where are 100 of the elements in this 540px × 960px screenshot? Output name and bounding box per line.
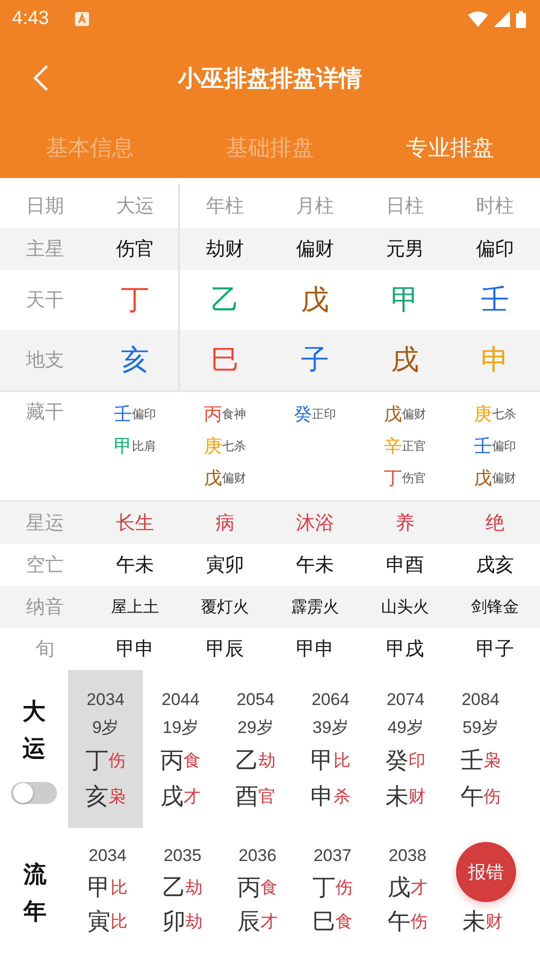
branch-character: 戌 <box>160 782 184 812</box>
stem-character: 丁 <box>86 746 108 776</box>
year-label: 2035 <box>164 845 202 867</box>
table-cell-text: 病 <box>214 511 236 536</box>
year-label: 2034 <box>88 845 126 867</box>
column-header: 日柱 <box>385 194 425 219</box>
row-label: 纳音 <box>25 595 65 620</box>
pillar-character: 甲 <box>390 282 420 318</box>
table-cell-text: 甲辰 <box>205 637 245 662</box>
branch-character: 寅 <box>88 908 110 936</box>
table-cell-text: 申酉 <box>385 553 425 578</box>
age-label: 59岁 <box>462 717 498 739</box>
status-time: 4:43 <box>12 8 49 30</box>
ten-god-label: 杀 <box>334 786 350 808</box>
year-label: 2054 <box>236 689 274 711</box>
ten-god-label: 食 <box>184 750 200 772</box>
ten-god-label: 正官 <box>402 438 426 454</box>
table-cell-text: 甲子 <box>475 637 515 662</box>
hidden-stem: 壬 <box>114 403 132 426</box>
wifi-icon <box>468 11 488 27</box>
year-label: 2037 <box>314 845 352 867</box>
ten-god-label: 印 <box>408 750 426 772</box>
ten-god-label: 七杀 <box>222 438 246 454</box>
ten-god-label: 官 <box>258 786 276 808</box>
luck-period-column[interactable]: 2074 49岁 癸印 未财 <box>368 670 443 828</box>
ten-god-label: 食神 <box>222 406 246 422</box>
ten-god-label: 才 <box>260 910 278 932</box>
stem-character: 乙 <box>236 746 258 776</box>
year-label: 2074 <box>386 689 424 711</box>
hidden-stem: 庚 <box>204 435 222 458</box>
age-label: 29岁 <box>238 717 274 739</box>
back-icon[interactable] <box>33 64 49 92</box>
row-label: 主星 <box>25 237 65 262</box>
hidden-stem: 壬 <box>474 435 492 458</box>
stem-character: 戊 <box>388 874 410 902</box>
signal-icon <box>494 11 510 27</box>
pillar-character: 丁 <box>120 282 150 318</box>
ten-god-label: 偏印 <box>132 406 156 422</box>
ten-god-label: 偏财 <box>222 470 246 486</box>
luck-period-column[interactable]: 2044 19岁 丙食 戌才 <box>143 670 218 828</box>
stem-character: 甲 <box>88 874 110 902</box>
table-cell: 劫财 <box>178 228 270 270</box>
table-cell-text: 寅卯 <box>205 553 245 578</box>
hidden-stem: 癸 <box>294 403 312 426</box>
hidden-stem: 丙 <box>204 403 222 426</box>
table-cell-text: 午未 <box>295 553 335 578</box>
pillar-character: 子 <box>300 342 330 378</box>
year-label: 2044 <box>162 689 200 711</box>
luck-period-column[interactable]: 2054 29岁 乙劫 酉官 <box>218 670 293 828</box>
column-header: 时柱 <box>475 194 515 219</box>
ten-god-label: 伤官 <box>402 470 426 486</box>
hidden-stem: 戊 <box>204 467 222 490</box>
year-label: 2064 <box>312 689 350 711</box>
pillar-character: 壬 <box>480 282 510 318</box>
hidden-stem: 辛 <box>384 435 402 458</box>
luck-period-column[interactable]: 2034 9岁 丁伤 亥枭 <box>68 670 143 828</box>
pillar-character: 亥 <box>120 342 150 378</box>
hidden-stem: 庚 <box>474 403 492 426</box>
age-label: 39岁 <box>312 717 348 739</box>
table-cell-text: 山头火 <box>380 596 430 618</box>
column-header: 月柱 <box>295 194 335 219</box>
table-cell-text: 偏财 <box>295 237 335 262</box>
hidden-stem: 戊 <box>384 403 402 426</box>
column-header: 日期 <box>25 194 65 219</box>
ten-god-label: 比肩 <box>132 438 156 454</box>
keyboard-indicator-icon <box>74 12 89 26</box>
branch-character: 巳 <box>312 908 336 936</box>
branch-character: 卯 <box>162 908 186 936</box>
ten-god-label: 正印 <box>312 406 336 422</box>
hidden-stem: 戊 <box>474 467 492 490</box>
page-title: 小巫排盘排盘详情 <box>178 64 362 94</box>
toggle-switch[interactable] <box>11 782 57 804</box>
table-cell-text: 甲申 <box>115 637 155 662</box>
branch-character: 酉 <box>236 782 258 812</box>
stem-character: 癸 <box>386 746 408 776</box>
table-cell-text: 甲申 <box>295 637 335 662</box>
ten-god-label: 才 <box>184 786 200 808</box>
battery-icon <box>516 10 526 28</box>
hidden-stem: 甲 <box>114 435 132 458</box>
ten-god-label: 财 <box>408 786 426 808</box>
luck-period-column[interactable]: 2084 59岁 壬枭 午伤 <box>443 670 518 828</box>
pillar-character: 戌 <box>390 342 420 378</box>
stem-character: 丁 <box>312 874 336 902</box>
luck-period-column[interactable]: 2064 39岁 甲 比 申 杀 <box>293 670 368 828</box>
ten-god-label: 偏财 <box>402 406 426 422</box>
branch-character: 午 <box>388 908 410 936</box>
table-cell-text: 屋上土 <box>110 596 160 618</box>
table-cell-text: 养 <box>394 511 416 536</box>
branch-character: 午 <box>460 782 484 812</box>
branch-character: 申 <box>310 782 334 812</box>
section-label: 流年 <box>24 861 46 927</box>
row-label: 星运 <box>25 511 65 536</box>
table-cell-text: 霹雳火 <box>290 596 340 618</box>
table-cell-text: 长生 <box>115 511 155 536</box>
ten-god-label: 比 <box>334 750 350 772</box>
report-error-button[interactable]: 报错 <box>456 842 516 902</box>
ten-god-label: 才 <box>410 876 428 898</box>
section-label: 大运 <box>22 698 46 764</box>
ten-god-label: 枭 <box>484 750 500 772</box>
year-label: 2034 <box>86 689 124 711</box>
